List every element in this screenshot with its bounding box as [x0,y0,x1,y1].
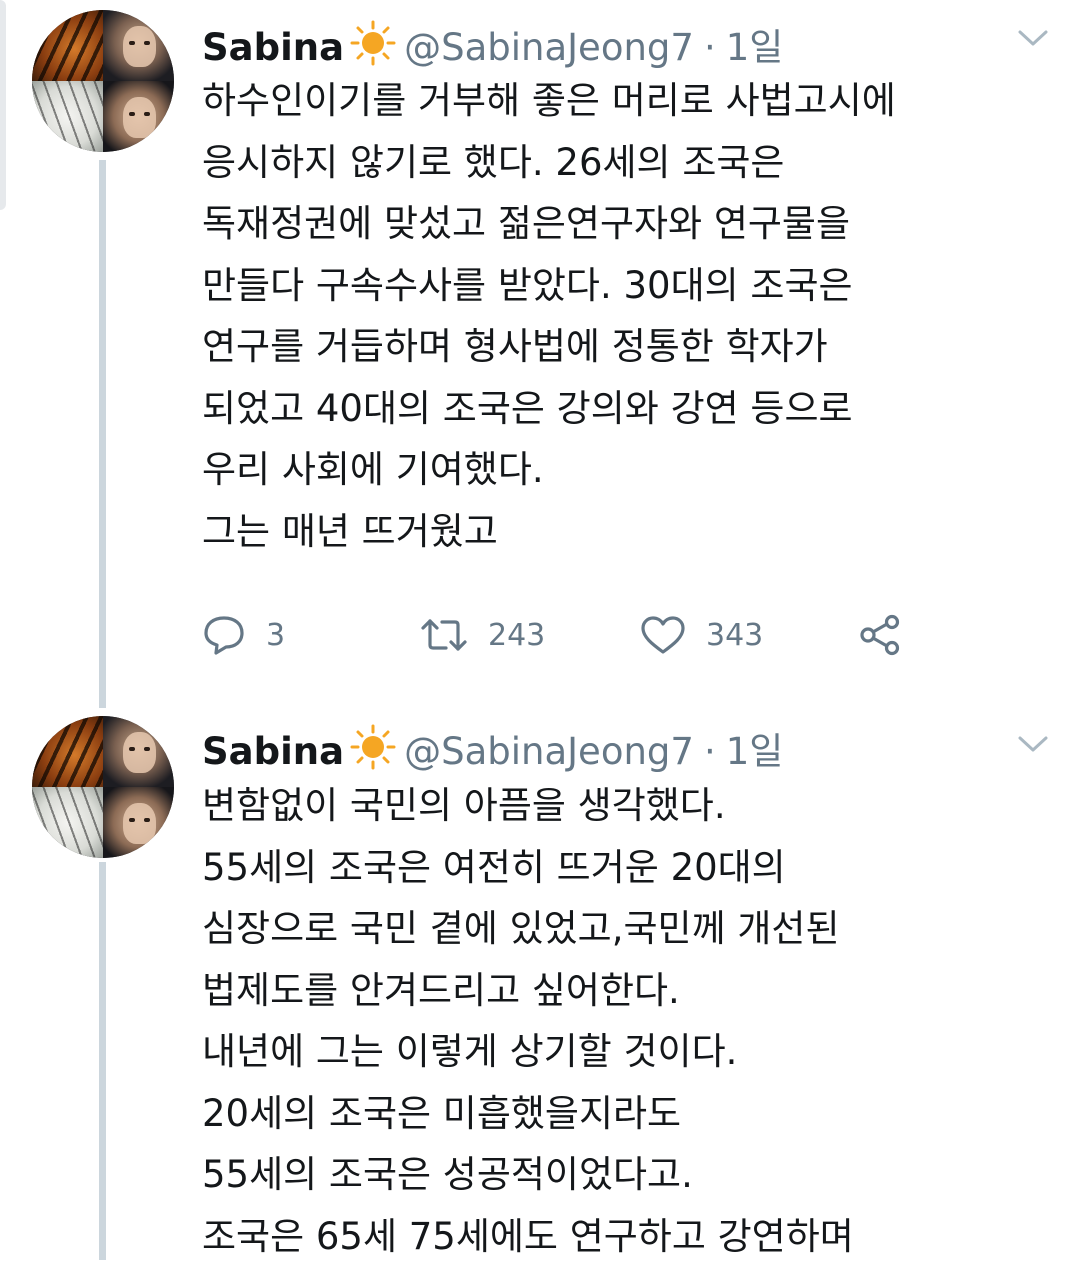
retweet-button[interactable]: 243 [420,602,545,668]
tweet-text-line: 연구를 거듭하며 형사법에 정통한 학자가 [202,316,1042,378]
tweet-text: 변함없이 국민의 아픔을 생각했다. 55세의 조국은 여전히 뜨거운 20대의… [202,775,1042,1267]
sun-emoji-icon [346,20,400,60]
tweet-text-line: 조국은 65세 75세에도 연구하고 강연하며 [202,1206,1042,1267]
thread-line [99,862,106,1260]
tweet-text-line: 독재정권에 맞섰고 젊은연구자와 연구물을 [202,193,1042,255]
like-count: 343 [706,618,763,653]
share-button[interactable] [858,602,902,668]
avatar-white-tiger [32,787,103,858]
display-name[interactable]: Sabina [202,26,344,69]
avatar-man [103,10,174,81]
tweet-text-line: 55세의 조국은 여전히 뜨거운 20대의 [202,837,1042,899]
reply-count: 3 [266,618,285,653]
tweet-text-line: 법제도를 안겨드리고 싶어한다. [202,960,1042,1022]
sun-emoji-icon [346,724,400,764]
separator-dot: · [704,730,716,773]
tweet-text: 하수인이기를 거부해 좋은 머리로 사법고시에 응시하지 않기로 했다. 26세… [202,70,1042,562]
avatar-man [103,716,174,787]
avatar-tiger [32,10,103,81]
tweet-text-line: 만들다 구속수사를 받았다. 30대의 조국은 [202,255,1042,317]
timestamp[interactable]: 1일 [726,17,784,71]
share-icon [858,614,902,656]
chevron-down-icon[interactable] [1016,28,1050,48]
user-handle[interactable]: @SabinaJeong7 [404,26,694,69]
tweet-text-line: 그는 매년 뜨거웠고 [202,501,1042,563]
tweet-actions: 3 243 343 [202,602,962,668]
tweet-text-line: 응시하지 않기로 했다. 26세의 조국은 [202,132,1042,194]
tweet-text-line: 우리 사회에 기여했다. [202,439,1042,501]
timestamp[interactable]: 1일 [726,721,784,775]
like-button[interactable]: 343 [640,602,763,668]
heart-icon [640,615,686,655]
avatar-white-tiger [32,81,103,152]
tweet-text-line: 55세의 조국은 성공적이었다고. [202,1144,1042,1206]
tweet-text-line: 하수인이기를 거부해 좋은 머리로 사법고시에 [202,70,1042,132]
screen-edge [0,0,6,210]
retweet-count: 243 [488,618,545,653]
tweet-text-line: 20세의 조국은 미흡했을지라도 [202,1083,1042,1145]
user-handle[interactable]: @SabinaJeong7 [404,730,694,773]
display-name[interactable]: Sabina [202,730,344,773]
tweet-header: Sabina @SabinaJeong7 · 1일 [202,14,783,64]
reply-button[interactable]: 3 [202,602,285,668]
thread-line [99,160,106,708]
tweet-header: Sabina @SabinaJeong7 · 1일 [202,718,783,768]
avatar-tiger [32,716,103,787]
tweet-text-line: 되었고 40대의 조국은 강의와 강연 등으로 [202,378,1042,440]
avatar[interactable] [32,716,174,858]
avatar-man [103,81,174,152]
reply-icon [202,614,246,656]
tweet-text-line: 심장으로 국민 곁에 있었고,국민께 개선된 [202,898,1042,960]
avatar[interactable] [32,10,174,152]
tweet-text-line: 변함없이 국민의 아픔을 생각했다. [202,775,1042,837]
chevron-down-icon[interactable] [1016,734,1050,754]
separator-dot: · [704,26,716,69]
retweet-icon [420,616,468,654]
avatar-man [103,787,174,858]
tweet-text-line: 내년에 그는 이렇게 상기할 것이다. [202,1021,1042,1083]
